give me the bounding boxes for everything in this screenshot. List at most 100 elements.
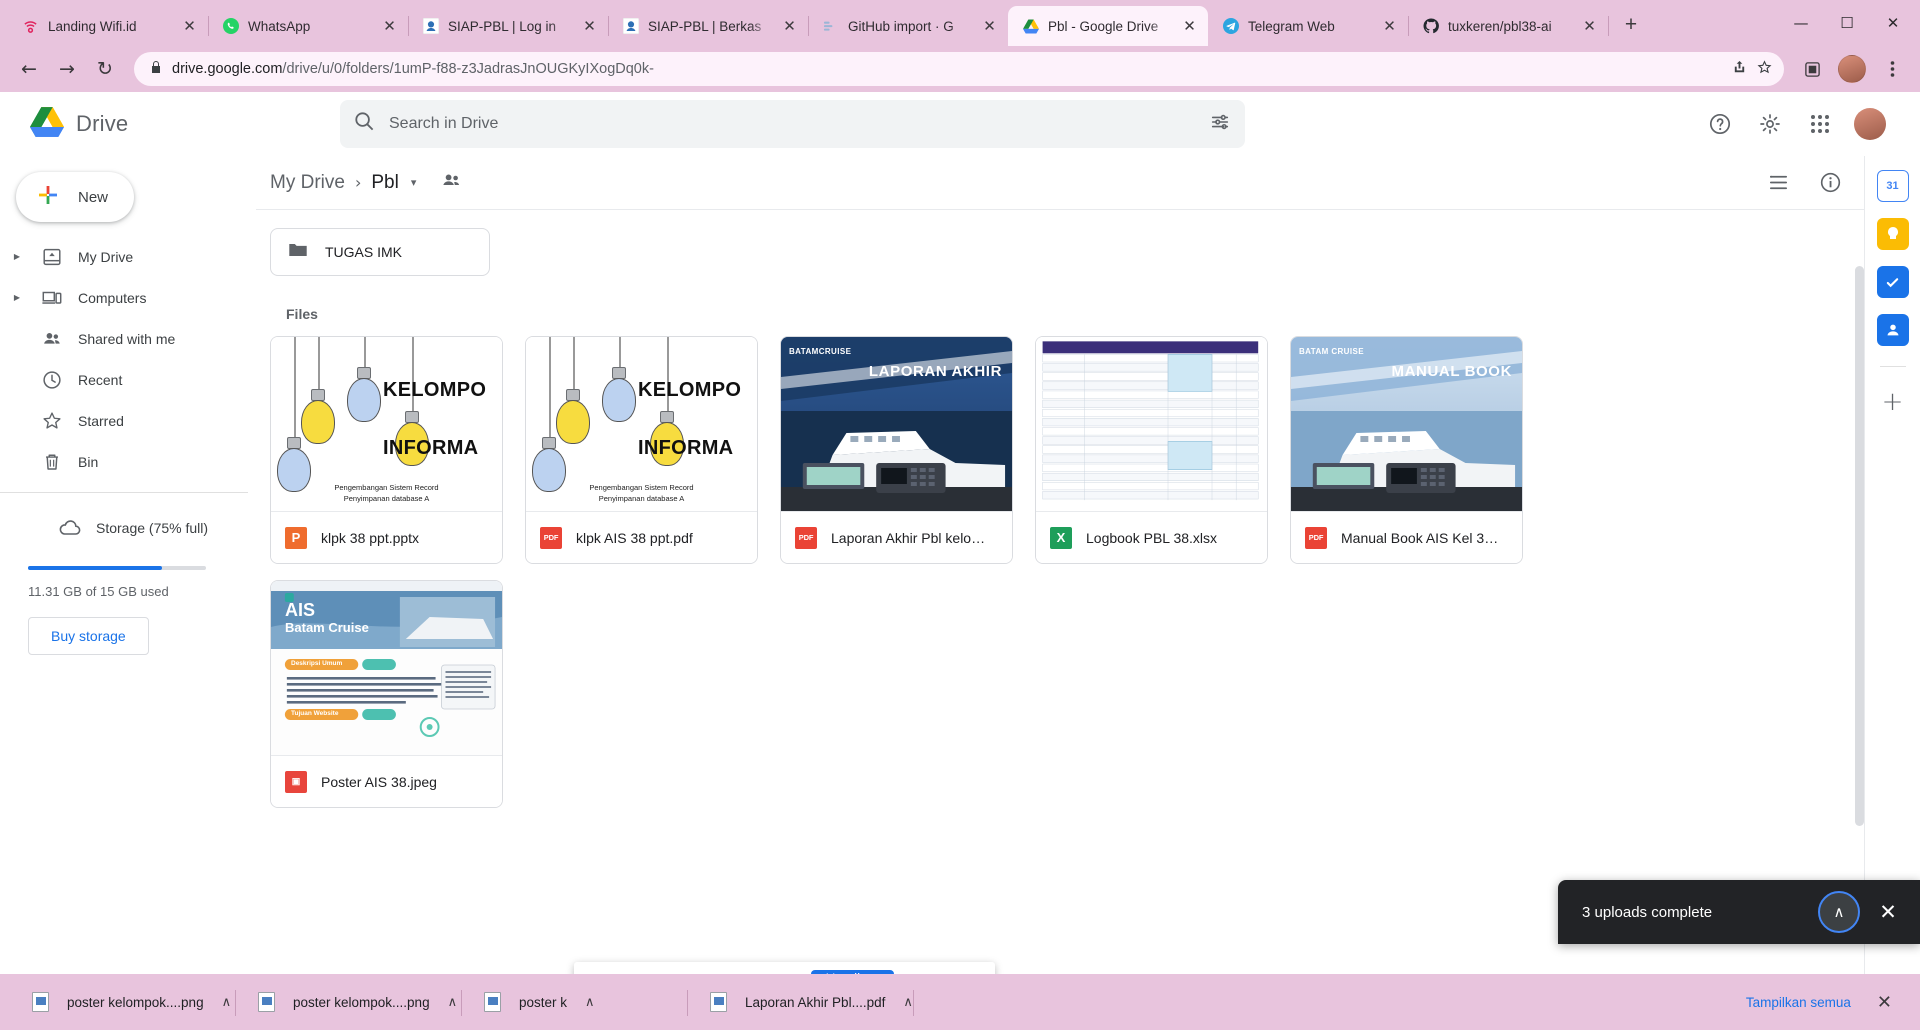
list-view-icon[interactable] <box>1756 161 1800 205</box>
file-card[interactable]: KELOMPO INFORMA Pengembangan Sistem Record… <box>525 336 758 564</box>
apps-grid-icon[interactable] <box>1798 102 1842 146</box>
share-icon[interactable] <box>1732 60 1747 79</box>
shared-people-icon[interactable] <box>440 168 464 197</box>
download-item[interactable]: poster k ∧ <box>462 982 688 1022</box>
upload-toast-collapse-button[interactable]: ∧ <box>1818 891 1860 933</box>
tab-title: Pbl - Google Drive <box>1048 18 1159 34</box>
sidebar-item-computers[interactable]: ▶ Computers <box>0 277 256 318</box>
show-all-downloads-link[interactable]: Tampilkan semua <box>1746 995 1851 1010</box>
search-input[interactable] <box>389 115 1195 133</box>
tab-close-button[interactable]: ✕ <box>1581 17 1598 35</box>
sidebar-item-shared-with-me[interactable]: ▶Shared with me <box>0 318 256 359</box>
expand-arrow-icon[interactable]: ▶ <box>8 252 26 261</box>
star-icon[interactable] <box>1757 59 1772 79</box>
google-tasks-icon[interactable] <box>1876 266 1909 298</box>
breadcrumb-current-folder[interactable]: Pbl <box>371 172 398 194</box>
drive-search-bar[interactable] <box>340 100 1245 148</box>
drive-page: Drive Search in Drive New ▶ My Drive ▶ C… <box>0 92 1920 1030</box>
scrollbar-thumb[interactable] <box>1855 266 1864 826</box>
img-file-icon: ▣ <box>285 770 307 793</box>
file-card[interactable]: BATAM CRUISE MANUAL BOOK PDF Manual Book AI… <box>1290 336 1523 564</box>
tab-close-button[interactable]: ✕ <box>381 17 398 35</box>
back-button[interactable]: ← <box>12 52 46 86</box>
file-name: Poster AIS 38.jpeg <box>321 773 437 790</box>
download-menu-caret-icon[interactable]: ∧ <box>585 995 595 1010</box>
three-dots-icon[interactable] <box>1876 53 1908 85</box>
forward-button[interactable]: → <box>50 52 84 86</box>
tab-close-button[interactable]: ✕ <box>581 17 598 35</box>
browser-chrome: Landing Wifi.id ✕ WhatsApp ✕ SIAP-PBL | Log … <box>0 0 1920 92</box>
sidebar-item-starred[interactable]: ▶Starred <box>0 400 256 441</box>
file-icon <box>484 992 501 1012</box>
sidebar-item-storage[interactable]: Storage (75% full) <box>0 507 256 548</box>
google-keep-icon[interactable] <box>1876 218 1909 250</box>
drive-logo-area[interactable]: Drive <box>16 106 272 142</box>
window-maximize-button[interactable]: ☐ <box>1824 3 1870 43</box>
download-menu-caret-icon[interactable]: ∧ <box>903 995 913 1010</box>
browser-profile-avatar[interactable] <box>1838 55 1866 83</box>
download-item[interactable]: poster kelompok....png ∧ <box>10 982 236 1022</box>
pdf-file-icon: PDF <box>1305 526 1327 549</box>
reload-button[interactable]: ↻ <box>88 52 122 86</box>
files-section-title: Files <box>286 306 318 322</box>
tab-close-button[interactable]: ✕ <box>981 17 998 35</box>
sidebar-item-my-drive[interactable]: ▶ My Drive <box>0 236 256 277</box>
sidebar-item-recent[interactable]: ▶Recent <box>0 359 256 400</box>
add-app-icon[interactable]: + <box>1882 387 1904 417</box>
browser-tab[interactable]: GitHub import · G ✕ <box>808 6 1008 46</box>
file-card-footer: ▣ Poster AIS 38.jpeg <box>271 755 502 807</box>
folder-card-tugas-imk[interactable]: TUGAS IMK <box>270 228 490 276</box>
new-tab-button[interactable]: + <box>1616 11 1646 41</box>
poster-thumbnail-art: AIS Batam Cruise Deskripsi Umum Tujuan Webs… <box>271 581 502 755</box>
browser-tab[interactable]: Pbl - Google Drive ✕ <box>1008 6 1208 46</box>
search-options-icon[interactable] <box>1209 111 1231 138</box>
browser-tab[interactable]: tuxkeren/pbl38-ai ✕ <box>1408 6 1609 46</box>
tab-close-button[interactable]: ✕ <box>1381 17 1398 35</box>
browser-tab[interactable]: WhatsApp ✕ <box>208 6 409 46</box>
info-icon[interactable] <box>1808 161 1852 205</box>
extensions-icon[interactable] <box>1796 53 1828 85</box>
browser-tab[interactable]: SIAP-PBL | Log in ✕ <box>408 6 609 46</box>
file-thumbnail: KELOMPO INFORMA Pengembangan Sistem Record… <box>271 337 502 511</box>
tab-close-button[interactable]: ✕ <box>181 17 198 35</box>
download-menu-caret-icon[interactable]: ∧ <box>448 995 458 1010</box>
help-icon[interactable] <box>1698 102 1742 146</box>
file-card[interactable]: AIS Batam Cruise Deskripsi Umum Tujuan Webs… <box>270 580 503 808</box>
main-scrollbar[interactable] <box>1855 266 1864 954</box>
account-avatar[interactable] <box>1854 108 1886 140</box>
google-contacts-icon[interactable] <box>1876 314 1909 346</box>
cover-thumbnail-art: BATAMCRUISE LAPORAN AKHIR <box>781 337 1012 511</box>
download-item[interactable]: Laporan Akhir Pbl....pdf ∧ <box>688 982 914 1022</box>
file-thumbnail: AIS Batam Cruise Deskripsi Umum Tujuan Webs… <box>271 581 502 755</box>
file-card[interactable]: X Logbook PBL 38.xlsx <box>1035 336 1268 564</box>
pdf-file-icon: PDF <box>540 526 562 549</box>
sidebar-item-bin[interactable]: ▶Bin <box>0 441 256 482</box>
storage-progress-track <box>28 566 206 570</box>
file-name: klpk AIS 38 ppt.pdf <box>576 529 693 546</box>
gear-icon[interactable] <box>1748 102 1792 146</box>
new-button[interactable]: New <box>16 172 134 222</box>
clock-icon <box>40 369 64 391</box>
file-card[interactable]: BATAMCRUISE LAPORAN AKHIR PDF Laporan Akhir… <box>780 336 1013 564</box>
upload-toast-close-button[interactable]: ✕ <box>1870 894 1906 930</box>
chevron-down-icon[interactable]: ▾ <box>411 176 417 189</box>
browser-tab[interactable]: Landing Wifi.id ✕ <box>8 6 209 46</box>
tab-close-button[interactable]: ✕ <box>1181 17 1198 35</box>
address-bar[interactable]: drive.google.com/drive/u/0/folders/1umP-… <box>134 52 1784 86</box>
pdf-file-icon: PDF <box>795 526 817 549</box>
google-calendar-icon[interactable]: 31 <box>1876 170 1909 202</box>
browser-tab[interactable]: SIAP-PBL | Berkas ✕ <box>608 6 809 46</box>
window-close-button[interactable]: ✕ <box>1870 3 1916 43</box>
file-card[interactable]: KELOMPO INFORMA Pengembangan Sistem Record… <box>270 336 503 564</box>
download-menu-caret-icon[interactable]: ∧ <box>222 995 232 1010</box>
expand-arrow-icon[interactable]: ▶ <box>8 293 26 302</box>
siap-pbl-icon <box>422 18 439 35</box>
breadcrumb-my-drive[interactable]: My Drive <box>270 172 345 194</box>
browser-tab[interactable]: Telegram Web ✕ <box>1208 6 1409 46</box>
buy-storage-button[interactable]: Buy storage <box>28 617 149 655</box>
download-item[interactable]: poster kelompok....png ∧ <box>236 982 462 1022</box>
window-minimize-button[interactable]: — <box>1778 3 1824 43</box>
file-card-footer: PDF klpk AIS 38 ppt.pdf <box>526 511 757 563</box>
tab-close-button[interactable]: ✕ <box>781 17 798 35</box>
close-download-shelf-button[interactable]: ✕ <box>1877 992 1892 1013</box>
